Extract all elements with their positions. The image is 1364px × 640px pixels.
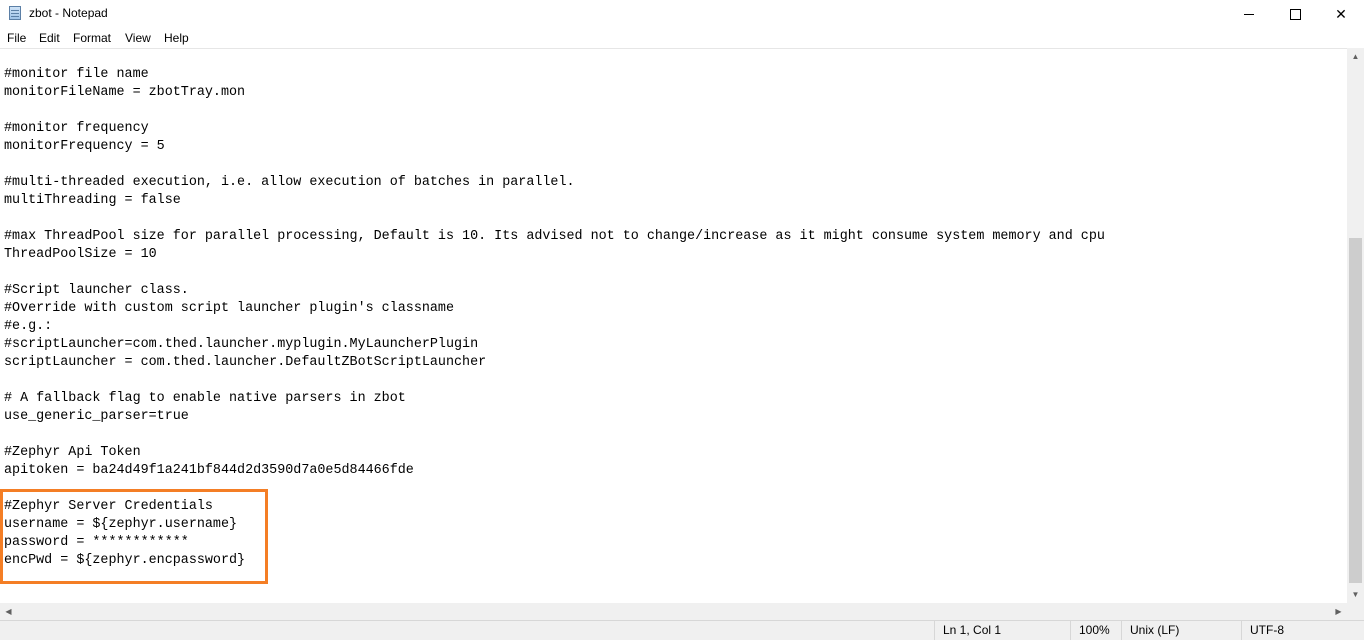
close-button[interactable]: ✕	[1318, 0, 1364, 28]
minimize-button[interactable]	[1226, 0, 1272, 28]
menu-file[interactable]: File	[7, 31, 26, 45]
scrollbar-corner	[1347, 603, 1364, 620]
menu-edit[interactable]: Edit	[39, 31, 60, 45]
scroll-right-icon[interactable]: ▶	[1330, 603, 1347, 620]
vertical-scroll-thumb[interactable]	[1349, 238, 1362, 583]
vertical-scrollbar[interactable]: ▲ ▼	[1347, 48, 1364, 603]
maximize-button[interactable]	[1272, 0, 1318, 28]
zoom-level: 100%	[1070, 621, 1121, 640]
minimize-icon	[1244, 13, 1254, 15]
close-icon: ✕	[1335, 5, 1347, 22]
menu-view[interactable]: View	[125, 31, 151, 45]
status-bar: Ln 1, Col 1 100% Unix (LF) UTF-8	[0, 620, 1364, 640]
cursor-position: Ln 1, Col 1	[934, 621, 1070, 640]
scroll-up-icon[interactable]: ▲	[1347, 48, 1364, 65]
menu-help[interactable]: Help	[164, 31, 189, 45]
credentials-highlight	[0, 489, 268, 584]
maximize-icon	[1289, 8, 1301, 20]
horizontal-scrollbar[interactable]: ◀ ▶	[0, 603, 1347, 620]
line-endings: Unix (LF)	[1121, 621, 1241, 640]
menu-format[interactable]: Format	[73, 31, 111, 45]
scroll-left-icon[interactable]: ◀	[0, 603, 17, 620]
encoding: UTF-8	[1241, 621, 1364, 640]
notepad-icon	[9, 6, 21, 20]
title-bar[interactable]: zbot - Notepad ✕	[0, 0, 1364, 28]
scroll-down-icon[interactable]: ▼	[1347, 586, 1364, 603]
menu-bar: File Edit Format View Help	[0, 28, 1364, 48]
window-title: zbot - Notepad	[29, 6, 108, 20]
